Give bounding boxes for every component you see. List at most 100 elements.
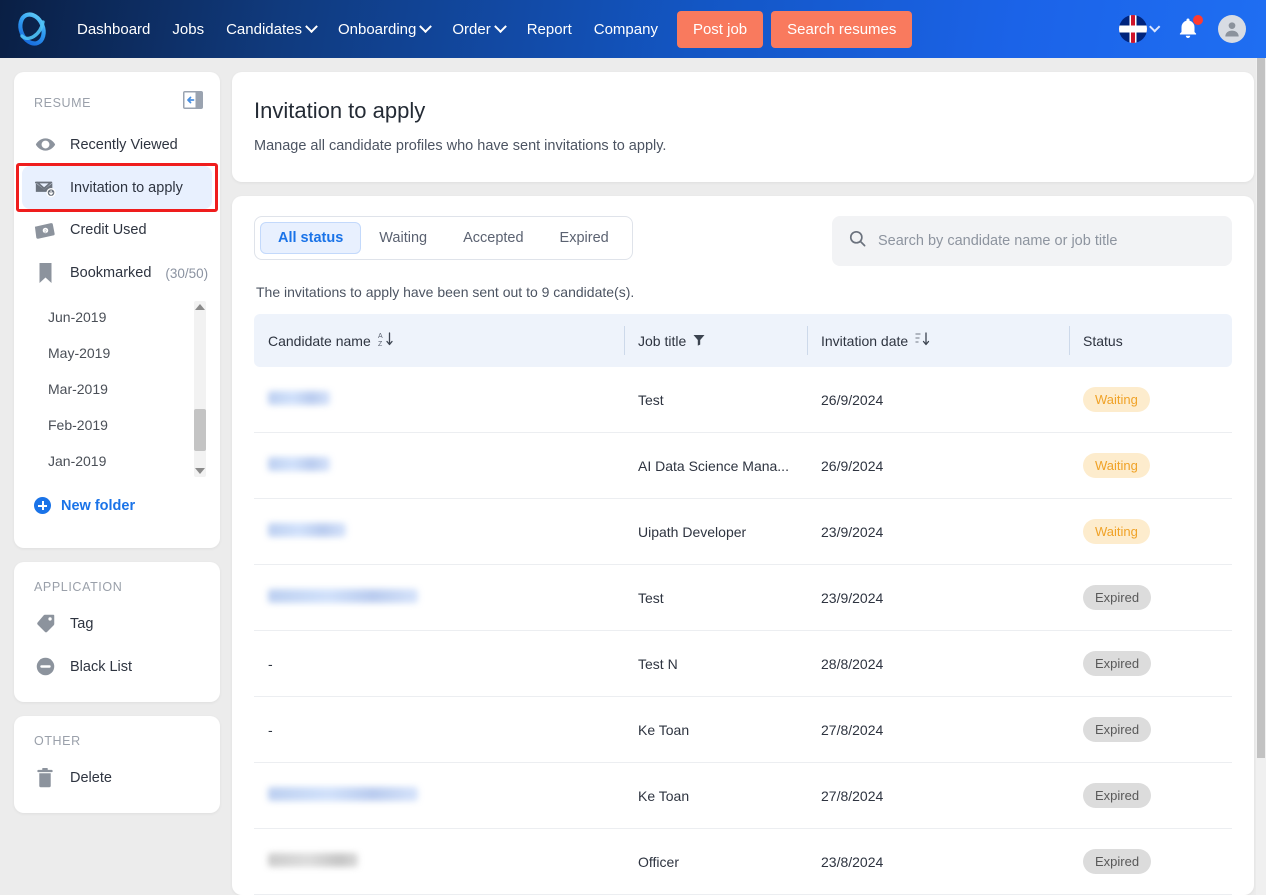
- sidebar-item-bookmarked[interactable]: Bookmarked (30/50): [14, 251, 220, 295]
- table-row[interactable]: Uipath Developer 23/9/2024 Waiting: [254, 498, 1232, 565]
- table-row[interactable]: - Ke Toan 27/8/2024 Expired: [254, 696, 1232, 763]
- redacted-candidate-name: [268, 523, 346, 537]
- collapse-panel-icon[interactable]: [182, 90, 204, 115]
- table-row[interactable]: Ke Toan 27/8/2024 Expired: [254, 762, 1232, 829]
- section-title: OTHER: [34, 734, 81, 748]
- redacted-candidate-name: [268, 589, 418, 603]
- nav-link-company[interactable]: Company: [583, 15, 669, 44]
- cell-candidate-name[interactable]: [254, 432, 624, 499]
- column-header-invitation-date[interactable]: Invitation date: [807, 314, 1069, 367]
- search-container[interactable]: [832, 216, 1232, 266]
- other-section-header: OTHER: [14, 716, 220, 756]
- status-badge: Expired: [1083, 585, 1152, 610]
- tab-waiting[interactable]: Waiting: [361, 222, 445, 254]
- cell-status: Waiting: [1069, 498, 1232, 565]
- sidebar-item-label: Credit Used: [70, 222, 147, 238]
- nav-link-report[interactable]: Report: [516, 15, 583, 44]
- svg-text:A: A: [378, 333, 383, 340]
- scrollbar-thumb[interactable]: [194, 409, 206, 451]
- folder-item[interactable]: Feb-2019: [14, 407, 210, 443]
- sort-az-icon[interactable]: AZ: [378, 331, 393, 350]
- resume-section-header: RESUME: [14, 72, 220, 123]
- folder-item[interactable]: Jan-2019: [14, 443, 210, 479]
- status-badge: Expired: [1083, 717, 1152, 742]
- sidebar-item-delete[interactable]: Delete: [14, 756, 220, 799]
- status-badge: Expired: [1083, 651, 1152, 676]
- nav-link-dashboard[interactable]: Dashboard: [66, 15, 161, 44]
- column-header-job-title[interactable]: Job title: [624, 314, 807, 367]
- notifications-button[interactable]: [1176, 15, 1203, 42]
- nav-links: Dashboard Jobs Candidates Onboarding Ord…: [66, 15, 669, 44]
- table-row[interactable]: Test 26/9/2024 Waiting: [254, 367, 1232, 433]
- new-folder-button[interactable]: New folder: [14, 481, 220, 534]
- sidebar-item-label: Delete: [70, 769, 112, 786]
- redacted-candidate-name: [268, 457, 330, 471]
- company-logo[interactable]: [12, 9, 52, 49]
- sidebar-section-other: OTHER Delete: [14, 716, 220, 813]
- nav-label: Candidates: [226, 20, 302, 38]
- filter-funnel-icon[interactable]: [693, 333, 705, 349]
- section-title: RESUME: [34, 95, 92, 110]
- nav-link-onboarding[interactable]: Onboarding: [327, 15, 441, 44]
- nav-label: Jobs: [172, 20, 205, 38]
- tab-all-status[interactable]: All status: [260, 222, 362, 254]
- page-subtitle: Manage all candidate profiles who have s…: [254, 138, 667, 154]
- eye-icon: [34, 134, 56, 155]
- envelope-invite-icon: [34, 177, 56, 198]
- main-content: Invitation to apply Manage all candidate…: [232, 72, 1254, 895]
- cell-job-title: Test: [624, 367, 807, 433]
- user-avatar[interactable]: [1218, 15, 1246, 43]
- svg-text:Z: Z: [378, 341, 383, 347]
- scroll-up-arrow-icon[interactable]: [195, 304, 205, 310]
- cell-job-title: Ke Toan: [624, 696, 807, 763]
- cell-candidate-name[interactable]: [254, 564, 624, 631]
- sidebar-item-recently-viewed[interactable]: Recently Viewed: [14, 123, 220, 166]
- folder-item[interactable]: Jun-2019: [14, 299, 210, 335]
- tab-accepted[interactable]: Accepted: [445, 222, 541, 254]
- table-row[interactable]: Test 23/9/2024 Expired: [254, 564, 1232, 631]
- sidebar-item-credit-used[interactable]: 2 Credit Used: [14, 209, 220, 251]
- sidebar-item-invitation-to-apply[interactable]: Invitation to apply: [22, 166, 212, 209]
- cell-candidate-name[interactable]: [254, 367, 624, 433]
- nav-link-jobs[interactable]: Jobs: [161, 15, 215, 44]
- sort-order-icon[interactable]: [915, 331, 930, 350]
- sidebar: RESUME Recently Viewed Invitation to app…: [14, 72, 220, 895]
- sidebar-item-label: Tag: [70, 615, 94, 632]
- page-scrollbar-thumb[interactable]: [1257, 58, 1265, 758]
- sidebar-section-application: APPLICATION Tag Black List: [14, 562, 220, 702]
- cell-candidate-name[interactable]: [254, 828, 624, 895]
- cell-status: Expired: [1069, 828, 1232, 895]
- table-row[interactable]: Officer 23/8/2024 Expired: [254, 828, 1232, 895]
- cell-invitation-date: 28/8/2024: [807, 630, 1069, 697]
- page-scrollbar[interactable]: [1256, 58, 1266, 895]
- navbar-right-actions: [1119, 15, 1252, 43]
- search-resumes-button[interactable]: Search resumes: [771, 10, 913, 48]
- sidebar-item-tag[interactable]: Tag: [14, 602, 220, 645]
- folder-scrollbar[interactable]: [194, 301, 206, 477]
- table-row[interactable]: AI Data Science Mana... 26/9/2024 Waiting: [254, 432, 1232, 499]
- folder-list-container: Jun-2019 May-2019 Mar-2019 Feb-2019 Jan-…: [14, 295, 210, 481]
- nav-link-candidates[interactable]: Candidates: [215, 15, 327, 44]
- post-job-button[interactable]: Post job: [676, 10, 764, 48]
- language-selector[interactable]: [1119, 15, 1161, 43]
- sidebar-item-label: Recently Viewed: [70, 136, 178, 153]
- cell-invitation-date: 26/9/2024: [807, 432, 1069, 499]
- tab-expired[interactable]: Expired: [542, 222, 627, 254]
- cell-invitation-date: 23/8/2024: [807, 828, 1069, 895]
- folder-item[interactable]: May-2019: [14, 335, 210, 371]
- search-input[interactable]: [878, 233, 1216, 249]
- nav-label: Onboarding: [337, 20, 417, 38]
- chevron-down-icon: [1149, 21, 1161, 33]
- cell-status: Expired: [1069, 564, 1232, 631]
- cell-candidate-name[interactable]: -: [254, 696, 624, 763]
- nav-link-order[interactable]: Order: [441, 15, 515, 44]
- cell-candidate-name[interactable]: [254, 762, 624, 829]
- table-row[interactable]: - Test N 28/8/2024 Expired: [254, 630, 1232, 697]
- cell-candidate-name[interactable]: [254, 498, 624, 565]
- folder-item[interactable]: Mar-2019: [14, 371, 210, 407]
- scroll-down-arrow-icon[interactable]: [195, 468, 205, 474]
- sidebar-item-black-list[interactable]: Black List: [14, 645, 220, 688]
- column-header-candidate-name[interactable]: Candidate name AZ: [254, 314, 624, 367]
- cell-candidate-name[interactable]: -: [254, 630, 624, 697]
- nav-label: Order: [452, 20, 491, 38]
